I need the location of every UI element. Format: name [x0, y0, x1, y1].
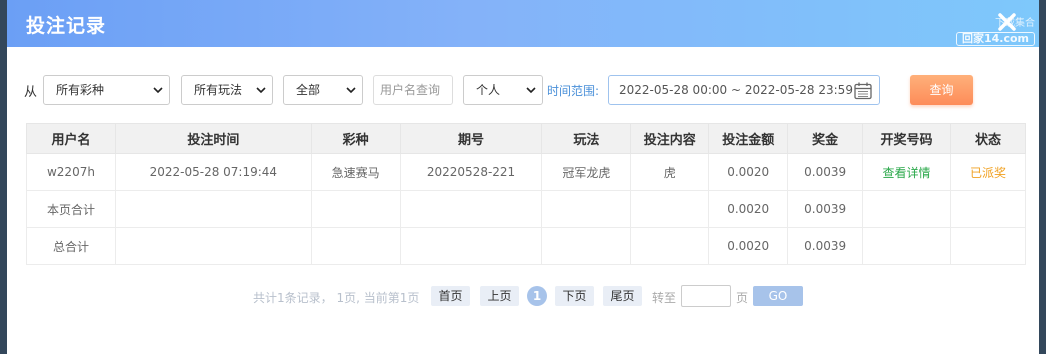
- col-header-play: 玩法: [541, 123, 632, 154]
- cell-status: 已派奖: [949, 153, 1027, 191]
- chevron-down-icon: [256, 87, 266, 94]
- next-page-button[interactable]: 下页: [555, 286, 594, 306]
- cell-play: 冠军龙虎: [541, 153, 632, 191]
- col-header-lottery: 彩种: [310, 123, 401, 154]
- play-select[interactable]: 所有玩法: [181, 75, 273, 105]
- cell-lottery: 急速赛马: [310, 153, 401, 191]
- first-page-button[interactable]: 首页: [431, 286, 470, 306]
- go-button[interactable]: GO: [753, 286, 803, 306]
- calendar-icon: [854, 82, 872, 100]
- watermark-line2: 回家14.com: [955, 32, 1035, 46]
- date-range-picker[interactable]: 2022-05-28 00:00 ~ 2022-05-28 23:59: [608, 75, 880, 105]
- col-header-amount: 投注金额: [708, 123, 789, 154]
- table-header-row: 用户名 投注时间 彩种 期号 玩法 投注内容 投注金额 奖金 开奖号码 状态: [26, 123, 1027, 154]
- cell-content: 虎: [630, 153, 710, 191]
- chevron-down-icon: [526, 87, 536, 94]
- view-details-link[interactable]: 查看详情: [862, 153, 951, 191]
- page-backdrop-left: [0, 0, 7, 354]
- last-page-button[interactable]: 尾页: [603, 286, 642, 306]
- goto-label: 转至: [652, 291, 677, 305]
- col-header-bet-time: 投注时间: [114, 123, 312, 154]
- username-placeholder: 用户名查询: [380, 83, 441, 97]
- grand-total-prize: 0.0039: [787, 227, 864, 265]
- col-header-content: 投注内容: [630, 123, 710, 154]
- page-total-amount: 0.0020: [708, 190, 789, 228]
- query-button[interactable]: 查询: [910, 75, 973, 105]
- status-select-value: 全部: [296, 83, 321, 97]
- scope-select[interactable]: 个人: [463, 75, 543, 105]
- col-header-draw-number: 开奖号码: [862, 123, 951, 154]
- page-unit-label: 页: [736, 291, 749, 305]
- pagination-summary: 共计1条记录， 1页, 当前第1页: [253, 291, 420, 305]
- cell-bet-time: 2022-05-28 07:19:44: [114, 153, 312, 191]
- status-select[interactable]: 全部: [283, 75, 363, 105]
- cell-username: w2207h: [26, 153, 116, 191]
- bet-records-modal: 投注记录 下载集合 回家14.com 从 所有彩种 所有玩法 全部 用户名查询: [7, 0, 1039, 354]
- col-header-issue: 期号: [399, 123, 543, 154]
- table-row: w2207h 2022-05-28 07:19:44 急速赛马 20220528…: [26, 153, 1027, 191]
- page-total-row: 本页合计 0.0020 0.0039: [26, 190, 1027, 228]
- scope-select-value: 个人: [476, 83, 501, 97]
- goto-page-input[interactable]: [681, 285, 731, 307]
- modal-title: 投注记录: [26, 15, 107, 37]
- prev-page-button[interactable]: 上页: [480, 286, 519, 306]
- time-range-label: 时间范围:: [547, 84, 600, 98]
- page-backdrop-right: [1039, 0, 1046, 354]
- lottery-select[interactable]: 所有彩种: [43, 75, 170, 105]
- col-header-username: 用户名: [26, 123, 116, 154]
- cell-amount: 0.0020: [708, 153, 789, 191]
- from-label: 从: [24, 85, 38, 100]
- col-header-status: 状态: [949, 123, 1027, 154]
- page-total-label: 本页合计: [26, 190, 116, 228]
- bet-records-table: 用户名 投注时间 彩种 期号 玩法 投注内容 投注金额 奖金 开奖号码 状态 w…: [26, 123, 1027, 265]
- pagination: 共计1条记录， 1页, 当前第1页 首页 上页 1 下页 尾页 转至 页 GO: [7, 285, 1039, 308]
- play-select-value: 所有玩法: [194, 83, 243, 97]
- grand-total-label: 总合计: [26, 227, 116, 265]
- cell-issue: 20220528-221: [399, 153, 543, 191]
- date-range-value: 2022-05-28 00:00 ~ 2022-05-28 23:59: [619, 83, 853, 97]
- grand-total-amount: 0.0020: [708, 227, 789, 265]
- chevron-down-icon: [153, 87, 163, 94]
- grand-total-row: 总合计 0.0020 0.0039: [26, 227, 1027, 265]
- cell-prize: 0.0039: [787, 153, 864, 191]
- page-total-prize: 0.0039: [787, 190, 864, 228]
- filter-bar: 从 所有彩种 所有玩法 全部 用户名查询 个人 时间范围: 2022-05-28…: [24, 75, 1034, 105]
- username-search-input[interactable]: 用户名查询: [373, 75, 453, 105]
- close-icon: [998, 13, 1016, 31]
- chevron-down-icon: [346, 87, 356, 94]
- modal-header: 投注记录 下载集合 回家14.com: [7, 0, 1039, 47]
- current-page-indicator[interactable]: 1: [527, 286, 547, 306]
- lottery-select-value: 所有彩种: [56, 83, 105, 97]
- col-header-prize: 奖金: [787, 123, 864, 154]
- close-button[interactable]: [995, 10, 1019, 34]
